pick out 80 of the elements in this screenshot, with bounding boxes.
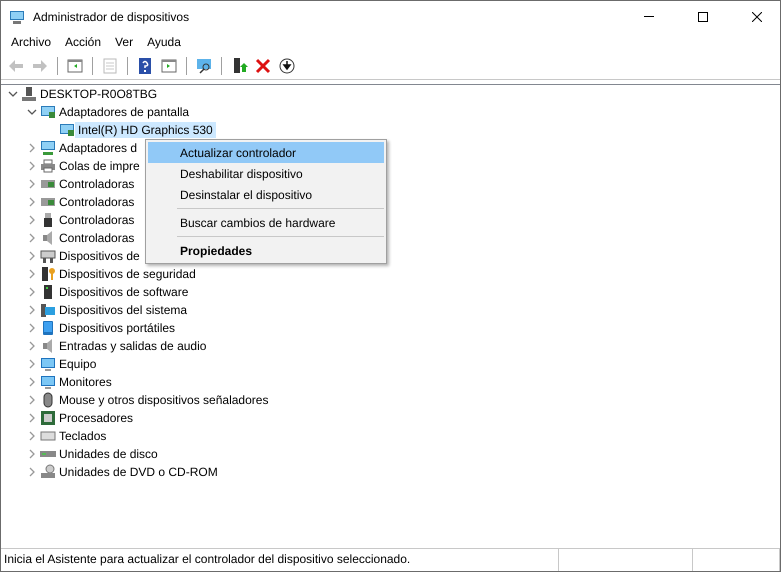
- expand-chevron-icon[interactable]: [27, 287, 37, 297]
- window-title: Administrador de dispositivos: [33, 10, 190, 24]
- tree-item[interactable]: Adaptadores d: [56, 140, 140, 156]
- monitor-icon: [40, 374, 56, 390]
- context-menu-item[interactable]: Desinstalar el dispositivo: [148, 184, 384, 205]
- expand-chevron-icon[interactable]: [27, 395, 37, 405]
- tree-item[interactable]: Unidades de DVD o CD-ROM: [56, 464, 221, 480]
- tree-item[interactable]: Unidades de disco: [56, 446, 161, 462]
- collapse-chevron-icon[interactable]: [8, 89, 18, 99]
- expand-chevron-icon[interactable]: [27, 215, 37, 225]
- download-circle-icon: [278, 57, 296, 75]
- expand-chevron-icon[interactable]: [27, 341, 37, 351]
- menu-item[interactable]: Ver: [108, 35, 140, 49]
- forward-icon: [31, 57, 49, 75]
- tree-item[interactable]: Controladoras: [56, 212, 138, 228]
- expand-chevron-icon[interactable]: [27, 305, 37, 315]
- expand-chevron-icon[interactable]: [27, 449, 37, 459]
- portable-device-icon: [40, 320, 56, 336]
- expand-chevron-icon[interactable]: [27, 377, 37, 387]
- processor-icon: [40, 410, 56, 426]
- tree-item[interactable]: Entradas y salidas de audio: [56, 338, 210, 354]
- menu-item[interactable]: Archivo: [4, 35, 58, 49]
- expand-chevron-icon[interactable]: [27, 323, 37, 333]
- display-adapter-icon: [59, 122, 75, 138]
- remove-icon: [254, 57, 272, 75]
- disk-drive-icon: [40, 451, 56, 457]
- expand-chevron-icon[interactable]: [27, 359, 37, 369]
- tree-item[interactable]: Procesadores: [56, 410, 136, 426]
- status-text: Inicia el Asistente para actualizar el controlador del dispositivo seleccionado.: [1, 549, 559, 571]
- system-device-icon: [40, 302, 56, 318]
- expand-chevron-icon[interactable]: [27, 143, 37, 153]
- tree-item[interactable]: Dispositivos portátiles: [56, 320, 178, 336]
- computer-icon: [21, 86, 37, 102]
- help-icon: [136, 57, 154, 75]
- maximize-icon: [698, 12, 708, 22]
- tree-item[interactable]: Equipo: [56, 356, 100, 372]
- context-menu-item[interactable]: Actualizar controlador: [148, 142, 384, 163]
- tree-item[interactable]: Controladoras: [56, 194, 138, 210]
- tree-item[interactable]: Monitores: [56, 374, 115, 390]
- expand-chevron-icon[interactable]: [27, 269, 37, 279]
- expand-chevron-icon[interactable]: [27, 413, 37, 423]
- menu-item[interactable]: Ayuda: [140, 35, 188, 49]
- tree-item[interactable]: Dispositivos de seguridad: [56, 266, 199, 282]
- console-tree-icon: [66, 57, 84, 75]
- device-manager-icon: [9, 8, 25, 24]
- expand-chevron-icon[interactable]: [27, 431, 37, 441]
- action-pane-icon: [160, 57, 178, 75]
- context-menu-item[interactable]: Propiedades: [148, 240, 384, 261]
- expand-chevron-icon[interactable]: [27, 197, 37, 207]
- tree-item[interactable]: Dispositivos del sistema: [56, 302, 190, 318]
- expand-chevron-icon[interactable]: [27, 233, 37, 243]
- tree-item[interactable]: Controladoras: [56, 230, 138, 246]
- minimize-icon: [644, 16, 654, 17]
- printer-icon: [40, 158, 56, 174]
- expand-chevron-icon[interactable]: [27, 161, 37, 171]
- expand-chevron-icon[interactable]: [27, 179, 37, 189]
- expand-chevron-icon[interactable]: [27, 251, 37, 261]
- display-adapter-icon: [40, 104, 56, 120]
- security-key-icon: [40, 266, 56, 282]
- context-menu-item[interactable]: Deshabilitar dispositivo: [148, 163, 384, 184]
- scan-hardware-icon: [195, 57, 213, 75]
- context-menu-item[interactable]: Buscar cambios de hardware: [148, 212, 384, 233]
- close-icon: [752, 12, 762, 22]
- expand-chevron-icon[interactable]: [27, 467, 37, 477]
- tree-item[interactable]: Adaptadores de pantalla: [56, 104, 192, 120]
- monitor-icon: [40, 356, 56, 372]
- network-icon: [40, 140, 56, 156]
- tree-item[interactable]: DESKTOP-R0O8TBG: [37, 86, 160, 102]
- tree-item[interactable]: Dispositivos de software: [56, 284, 192, 300]
- tree-item[interactable]: Mouse y otros dispositivos señaladores: [56, 392, 272, 408]
- collapse-chevron-icon[interactable]: [27, 107, 37, 117]
- tree-item[interactable]: Intel(R) HD Graphics 530: [75, 122, 216, 138]
- tree-item[interactable]: Controladoras: [56, 176, 138, 192]
- properties-sheet-icon: [101, 57, 119, 75]
- dvd-drive-icon: [40, 464, 56, 480]
- menu-item[interactable]: Acción: [58, 35, 108, 49]
- tree-item[interactable]: Colas de impre: [56, 158, 143, 174]
- tree-item[interactable]: Dispositivos de: [56, 248, 143, 264]
- keyboard-device-icon: [40, 248, 56, 264]
- tree-item[interactable]: Teclados: [56, 428, 110, 444]
